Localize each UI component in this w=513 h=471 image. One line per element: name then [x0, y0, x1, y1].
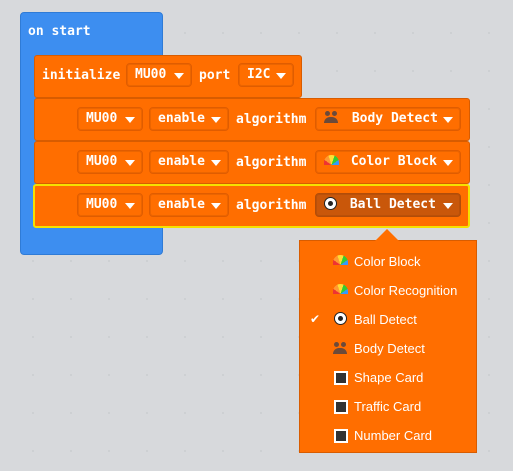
menu-item-body-detect[interactable]: Body Detect	[300, 334, 476, 363]
row3-device-value: MU00	[86, 197, 118, 212]
chevron-down-icon	[211, 117, 221, 123]
ball-icon	[324, 197, 337, 210]
port-label: port	[199, 68, 231, 83]
row2-algorithm-value: Color Block	[350, 154, 437, 169]
row3-algorithm-dropdown[interactable]: Ball Detect	[315, 193, 461, 217]
row2-algorithm-dropdown[interactable]: Color Block	[315, 150, 461, 174]
port-dropdown[interactable]: I2C	[238, 63, 294, 87]
square-icon	[334, 400, 348, 414]
rainbow-icon	[333, 254, 348, 269]
row1-algorithm-dropdown[interactable]: Body Detect	[315, 107, 461, 131]
menu-item-label: Traffic Card	[354, 399, 422, 414]
menu-item-color-block[interactable]: Color Block	[300, 247, 476, 276]
initialize-label: initialize	[42, 68, 121, 83]
menu-pointer	[375, 229, 399, 241]
square-icon	[334, 371, 348, 385]
row3-algorithm-value: Ball Detect	[349, 197, 436, 212]
row3-algorithm-label: algorithm	[236, 198, 307, 213]
row3-action-value: enable	[158, 197, 205, 212]
chevron-down-icon	[443, 117, 453, 123]
menu-item-label: Body Detect	[354, 341, 425, 356]
menu-item-traffic-card[interactable]: Traffic Card	[300, 392, 476, 421]
init-device-value: MU00	[135, 67, 167, 82]
chevron-down-icon	[125, 117, 135, 123]
people-icon	[333, 341, 348, 356]
ball-icon	[333, 312, 348, 327]
on-start-label: on start	[28, 24, 91, 39]
chevron-down-icon	[174, 73, 184, 79]
menu-item-label: Number Card	[354, 428, 433, 443]
row2-action-dropdown[interactable]: enable	[149, 150, 229, 174]
chevron-down-icon	[125, 203, 135, 209]
row1-action-dropdown[interactable]: enable	[149, 107, 229, 131]
menu-item-label: Color Recognition	[354, 283, 458, 298]
chevron-down-icon	[211, 160, 221, 166]
row1-device-value: MU00	[86, 111, 118, 126]
row2-device-dropdown[interactable]: MU00	[77, 150, 143, 174]
checkmark-icon: ✔	[310, 312, 321, 326]
row1-algorithm-value: Body Detect	[351, 111, 438, 126]
row3-action-dropdown[interactable]: enable	[149, 193, 229, 217]
init-device-dropdown[interactable]: MU00	[126, 63, 192, 87]
port-value: I2C	[247, 67, 271, 82]
row1-algorithm-label: algorithm	[236, 112, 307, 127]
rainbow-icon	[324, 155, 339, 165]
chevron-down-icon	[276, 73, 286, 79]
menu-item-label: Color Block	[354, 254, 421, 269]
chevron-down-icon	[443, 203, 453, 209]
menu-item-ball-detect[interactable]: ✔ Ball Detect	[300, 305, 476, 334]
square-icon	[334, 429, 348, 443]
row2-algorithm-label: algorithm	[236, 155, 307, 170]
algorithm-dropdown-menu: Color Block Color Recognition ✔ Ball Det…	[299, 240, 477, 453]
row2-action-value: enable	[158, 154, 205, 169]
chevron-down-icon	[211, 203, 221, 209]
row1-action-value: enable	[158, 111, 205, 126]
people-icon	[324, 110, 340, 124]
menu-item-number-card[interactable]: Number Card	[300, 421, 476, 450]
menu-item-label: Ball Detect	[354, 312, 417, 327]
row3-device-dropdown[interactable]: MU00	[77, 193, 143, 217]
row2-device-value: MU00	[86, 154, 118, 169]
chevron-down-icon	[443, 160, 453, 166]
menu-item-label: Shape Card	[354, 370, 424, 385]
menu-item-color-recognition[interactable]: Color Recognition	[300, 276, 476, 305]
menu-item-shape-card[interactable]: Shape Card	[300, 363, 476, 392]
rainbow-icon	[333, 283, 348, 298]
chevron-down-icon	[125, 160, 135, 166]
row1-device-dropdown[interactable]: MU00	[77, 107, 143, 131]
